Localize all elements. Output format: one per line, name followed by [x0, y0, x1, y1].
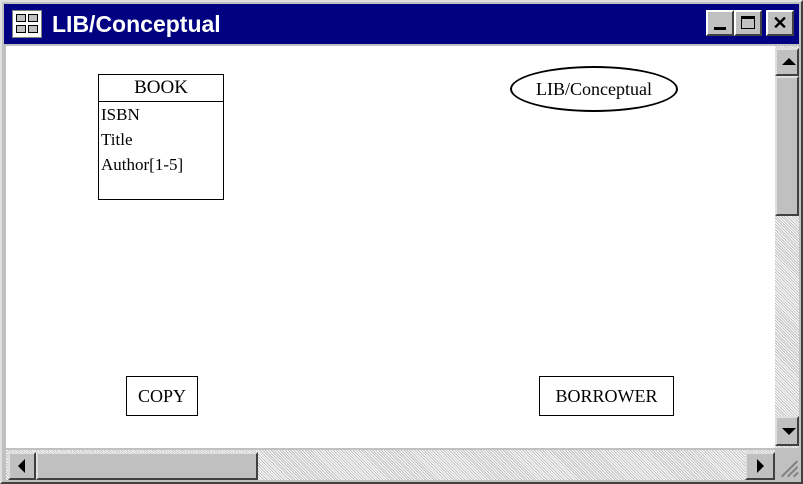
close-icon: ✕	[772, 13, 788, 33]
entity-attribute: ISBN	[101, 105, 140, 124]
minimize-button[interactable]	[706, 10, 734, 36]
horizontal-scroll-thumb[interactable]	[36, 452, 258, 480]
minimize-icon	[714, 27, 726, 30]
entity-book-name: BOOK	[99, 75, 223, 102]
maximize-button[interactable]	[734, 10, 762, 36]
entity-borrower[interactable]: BORROWER	[539, 376, 674, 416]
scroll-up-icon	[782, 58, 796, 65]
maximize-icon	[741, 16, 755, 29]
entity-copy[interactable]: COPY	[126, 376, 198, 416]
entity-book[interactable]: BOOK ISBN Title Author[1-5]	[98, 74, 224, 200]
diagram-canvas[interactable]: BOOK ISBN Title Author[1-5] LIB/Conceptu…	[6, 46, 775, 448]
window-title: LIB/Conceptual	[52, 11, 221, 37]
model-label-ellipse[interactable]: LIB/Conceptual	[510, 66, 678, 112]
scroll-right-icon	[757, 459, 764, 473]
resize-grip-line	[793, 471, 799, 478]
scroll-down-button[interactable]	[775, 416, 799, 446]
scroll-up-button[interactable]	[775, 48, 799, 76]
scroll-left-button[interactable]	[8, 452, 36, 480]
vertical-scroll-thumb[interactable]	[775, 76, 799, 216]
vertical-scrollbar[interactable]	[775, 46, 799, 448]
resize-grip[interactable]	[775, 450, 799, 480]
title-bar[interactable]: LIB/Conceptual ✕	[4, 4, 799, 44]
diagram-app-icon[interactable]	[12, 10, 42, 38]
entity-attribute: Title	[101, 130, 133, 149]
close-button[interactable]: ✕	[766, 10, 794, 36]
scroll-down-icon	[782, 428, 796, 435]
entity-attribute: Author[1-5]	[101, 155, 184, 174]
horizontal-scrollbar[interactable]	[6, 450, 775, 480]
scroll-right-button[interactable]	[745, 452, 775, 480]
scroll-left-icon	[18, 459, 25, 473]
application-window: LIB/Conceptual ✕ BOOK ISBN Title Author[…	[0, 0, 803, 484]
